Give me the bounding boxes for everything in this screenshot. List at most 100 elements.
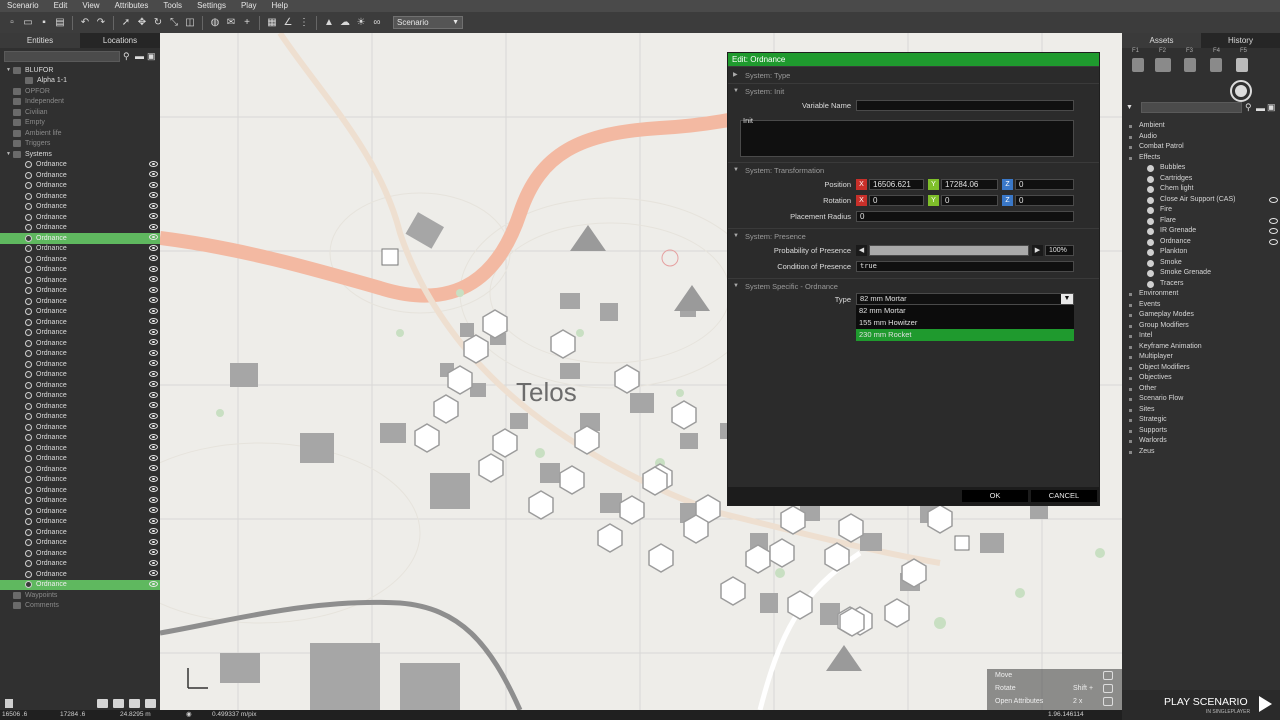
tree-item[interactable]: Ordnance [0, 254, 160, 265]
asset-item[interactable]: Ordnance [1122, 237, 1280, 248]
tree-item[interactable]: Ordnance [0, 212, 160, 223]
tree-item[interactable]: Ordnance [0, 391, 160, 402]
snap-icon[interactable]: ◫ [184, 17, 196, 29]
tree-item[interactable]: Ordnance [0, 485, 160, 496]
expand-arrow-icon[interactable]: ▼ [6, 67, 13, 73]
camera-icon[interactable] [145, 698, 156, 708]
asset-item[interactable]: Keyframe Animation [1122, 342, 1280, 353]
chevron-down-icon[interactable]: ▼ [1126, 104, 1133, 111]
visibility-eye-icon[interactable] [149, 444, 158, 450]
section-system-type[interactable]: ▶ System: Type [728, 66, 1099, 83]
tree-item[interactable]: ▼ BLUFOR [0, 65, 160, 76]
asset-item[interactable]: Chem light [1122, 184, 1280, 195]
scenario-dropdown[interactable]: Scenario ▼ [393, 16, 463, 29]
asset-item[interactable]: Tracers [1122, 279, 1280, 290]
collapse-icon[interactable]: ▬ [1256, 103, 1265, 113]
asset-item[interactable]: Flare [1122, 216, 1280, 227]
mail-icon[interactable]: ✉ [225, 17, 237, 29]
collapse-icon[interactable]: ▬ [135, 52, 144, 61]
tree-item[interactable]: Ordnance [0, 181, 160, 192]
expand-icon[interactable] [1129, 450, 1132, 454]
tree-item[interactable]: Ordnance [0, 422, 160, 433]
asset-item[interactable]: Scenario Flow [1122, 394, 1280, 405]
visibility-eye-icon[interactable] [149, 297, 158, 303]
visibility-eye-icon[interactable] [149, 318, 158, 324]
tree-item[interactable]: Ordnance [0, 202, 160, 213]
search-icon[interactable]: ⚲ [1245, 102, 1254, 113]
asset-item[interactable]: Events [1122, 300, 1280, 311]
tree-item[interactable]: Ordnance [0, 307, 160, 318]
expand-icon[interactable] [1129, 324, 1132, 328]
visibility-eye-icon[interactable] [149, 339, 158, 345]
folder-icon[interactable] [129, 698, 140, 708]
asset-item[interactable]: Plankton [1122, 247, 1280, 258]
tree-item[interactable]: Comments [0, 601, 160, 612]
type-dropdown[interactable]: 82 mm Mortar ▼ [856, 293, 1074, 305]
position-x-input[interactable]: 16506.621 [869, 179, 924, 190]
redo-icon[interactable]: ↷ [95, 17, 107, 29]
expand-icon[interactable] [1129, 314, 1132, 317]
expand-icon[interactable] [1129, 146, 1132, 149]
asset-item[interactable]: Other [1122, 384, 1280, 395]
visibility-eye-icon[interactable] [149, 328, 158, 335]
tree-item[interactable]: Ordnance [0, 380, 160, 391]
visibility-eye-icon[interactable] [149, 538, 158, 545]
add-folder-icon[interactable] [97, 698, 108, 708]
assets-search-input[interactable] [1140, 102, 1242, 113]
visibility-eye-icon[interactable] [149, 213, 158, 219]
select-tool-icon[interactable]: ➚ [120, 17, 132, 29]
asset-item[interactable]: Smoke Grenade [1122, 268, 1280, 279]
asset-item[interactable]: Multiplayer [1122, 352, 1280, 363]
ok-button[interactable]: OK [962, 490, 1028, 502]
open-folder-icon[interactable]: ▭ [22, 17, 34, 29]
visibility-eye-icon[interactable] [149, 475, 158, 482]
tree-item[interactable]: Waypoints [0, 590, 160, 601]
visibility-eye-icon[interactable] [149, 507, 158, 513]
sun-icon[interactable]: ☀ [355, 17, 367, 29]
visibility-eye-icon[interactable] [149, 465, 158, 471]
cancel-button[interactable]: CANCEL [1031, 490, 1097, 502]
visibility-eye-icon[interactable] [149, 454, 158, 461]
menu-view[interactable]: View [75, 0, 107, 12]
menu-attributes[interactable]: Attributes [108, 0, 157, 12]
play-scenario-button[interactable]: PLAY SCENARIO IN SINGLEPLAYER [1122, 690, 1280, 720]
visibility-eye-icon[interactable] [149, 223, 158, 230]
tree-item[interactable]: OPFOR [0, 86, 160, 97]
groups-category-icon[interactable] [1155, 58, 1171, 72]
tree-item[interactable]: Ordnance [0, 328, 160, 339]
tree-item[interactable]: Ordnance [0, 359, 160, 370]
menu-help[interactable]: Help [265, 0, 296, 12]
tree-item[interactable]: Ordnance [0, 527, 160, 538]
modules-category-icon[interactable] [1184, 58, 1196, 72]
asset-item[interactable]: Sites [1122, 405, 1280, 416]
visibility-eye-icon[interactable] [1269, 228, 1278, 234]
visibility-eye-icon[interactable] [149, 234, 158, 240]
expand-icon[interactable] [1129, 377, 1132, 380]
asset-item[interactable]: Ambient [1122, 121, 1280, 132]
expand-icon[interactable] [1129, 398, 1132, 401]
visibility-eye-icon[interactable] [149, 202, 158, 209]
tree-item[interactable]: Ordnance [0, 265, 160, 276]
visibility-eye-icon[interactable] [149, 412, 158, 419]
save-icon[interactable]: ▪ [38, 17, 50, 29]
asset-item[interactable]: Object Modifiers [1122, 363, 1280, 374]
new-file-icon[interactable]: ▫ [6, 17, 18, 29]
tree-item[interactable]: Ordnance [0, 475, 160, 486]
objects-category-icon[interactable] [1132, 58, 1144, 72]
placement-radius-input[interactable]: 0 [856, 211, 1074, 222]
expand-arrow-icon[interactable]: ▼ [6, 151, 13, 157]
tree-item[interactable]: Ordnance [0, 496, 160, 507]
expand-icon[interactable] [1129, 408, 1132, 412]
tree-item[interactable]: Ordnance [0, 160, 160, 171]
tab-assets[interactable]: Assets [1122, 33, 1201, 48]
tree-item[interactable]: Ordnance [0, 464, 160, 475]
visibility-eye-icon[interactable] [149, 276, 158, 282]
tree-item[interactable]: ▼ Systems [0, 149, 160, 160]
asset-item[interactable]: Group Modifiers [1122, 321, 1280, 332]
tree-item[interactable]: Ordnance [0, 433, 160, 444]
asset-item[interactable]: Warlords [1122, 436, 1280, 447]
tree-item[interactable]: Ordnance [0, 244, 160, 255]
menu-scenario[interactable]: Scenario [0, 0, 47, 12]
expand-icon[interactable] [1129, 387, 1132, 391]
expand-icon[interactable]: ▣ [147, 52, 156, 61]
